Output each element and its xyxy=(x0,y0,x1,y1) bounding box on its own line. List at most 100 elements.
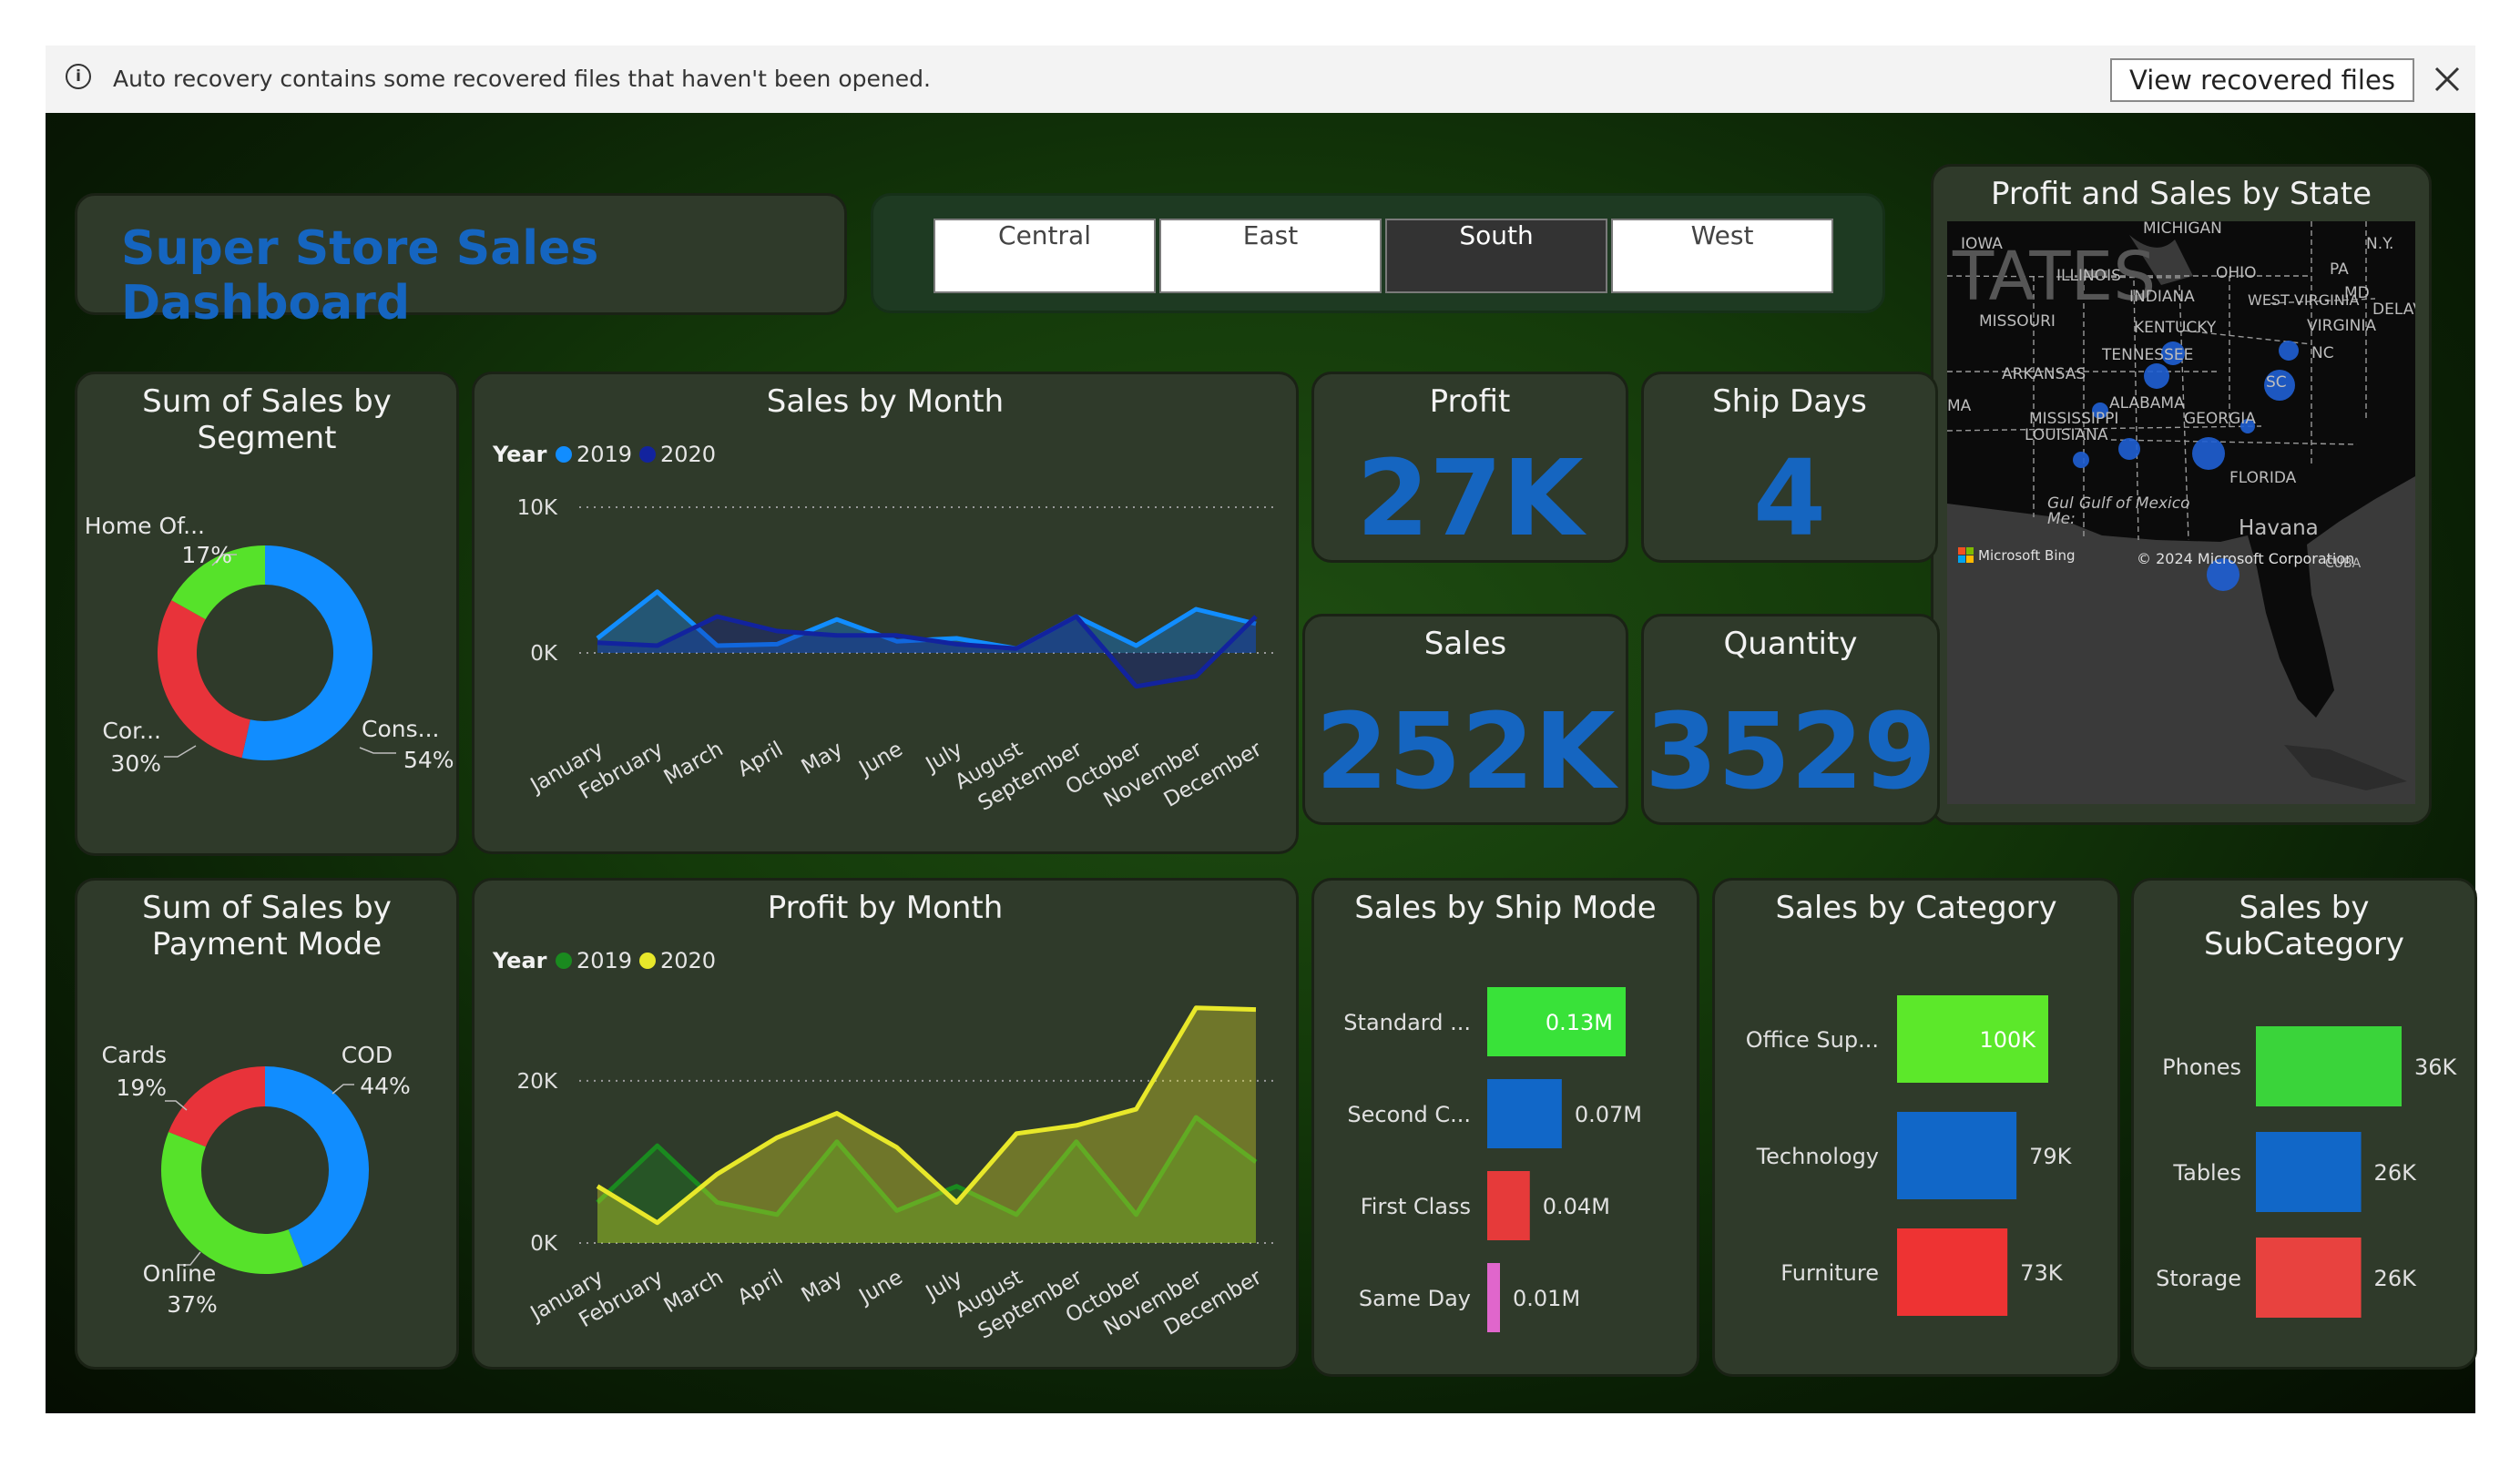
map-label-virginia: VIRGINIA xyxy=(2307,317,2376,335)
dashboard-title: Super Store Sales Dashboard xyxy=(121,221,599,331)
legend-title: Year xyxy=(492,442,547,467)
map-label-ma: MA xyxy=(1947,397,1972,415)
recovery-banner: i Auto recovery contains some recovered … xyxy=(46,46,2475,114)
category-chart[interactable]: Office Sup... 100K Technology 79K Furniture 7… xyxy=(1715,881,2123,1380)
bar-value-label: 100K xyxy=(1979,1027,2036,1053)
map-label-mississippi: MISSISSIPPI xyxy=(2029,410,2118,428)
y-tick-label: 20K xyxy=(517,1070,558,1094)
slicer-south[interactable]: South xyxy=(1385,219,1607,293)
bar xyxy=(2256,1132,2362,1212)
bar-value-label: 26K xyxy=(2374,1266,2418,1291)
info-icon: i xyxy=(66,64,91,89)
slice-label: Cards xyxy=(101,1042,167,1068)
slice-label: Cor... xyxy=(102,718,161,744)
category-card: Sales by Category Office Sup... 100K Techn… xyxy=(1712,878,2120,1377)
leader-line xyxy=(359,747,396,754)
bar-category-label: Office Sup... xyxy=(1746,1027,1879,1053)
slice-percent: 44% xyxy=(360,1073,411,1099)
subcategory-card: Sales by SubCategory Phones 36K Tables 26K S… xyxy=(2131,878,2477,1370)
slicer-east[interactable]: East xyxy=(1159,219,1382,293)
quantity-card: Quantity 3529 xyxy=(1641,614,1940,825)
legend-marker xyxy=(639,953,656,969)
quantity-value: 3529 xyxy=(1644,691,1937,813)
map-label-gulf-suffix: Me: xyxy=(2047,510,2076,528)
leader-line xyxy=(164,745,197,758)
legend-marker xyxy=(556,446,572,463)
segment-donut-chart[interactable]: Cons... 54% Cor... 30% Home Of... 17% xyxy=(77,374,462,859)
map-label-alabama: ALABAMA xyxy=(2109,394,2185,413)
ship-mode-chart[interactable]: Standard ... 0.13M Second C... 0.07M First C… xyxy=(1314,881,1702,1380)
sales-value: 252K xyxy=(1315,691,1616,813)
map-label-delaware: DELAV xyxy=(2372,301,2415,319)
bar-value-label: 0.04M xyxy=(1543,1194,1610,1219)
map-label-gulf: Gulf of Mexico xyxy=(2079,494,2190,513)
x-tick-label: May xyxy=(798,738,847,779)
subcategory-chart[interactable]: Phones 36K Tables 26K Storage 26K xyxy=(2134,881,2480,1372)
x-tick-label: March xyxy=(660,1266,728,1319)
donut-slice xyxy=(161,1132,303,1274)
bar xyxy=(1897,1112,2017,1199)
map-label-havana: Havana xyxy=(2239,516,2319,540)
map-copyright: © 2024 Microsoft Corporation xyxy=(2137,550,2354,567)
map-label-sc: SC xyxy=(2266,373,2287,392)
slice-percent: 17% xyxy=(181,542,232,568)
map-label-missouri: MISSOURI xyxy=(1979,312,2056,331)
profit-label: Profit xyxy=(1429,383,1511,420)
slice-percent: 30% xyxy=(110,750,161,777)
map-label-nc: NC xyxy=(2311,344,2334,362)
slice-percent: 37% xyxy=(167,1291,218,1318)
bar-category-label: Second C... xyxy=(1347,1102,1471,1127)
ship-days-label: Ship Days xyxy=(1712,383,1867,420)
legend-label: 2019 xyxy=(576,948,632,973)
legend-title: Year xyxy=(492,948,547,973)
legend-marker xyxy=(556,953,572,969)
x-tick-label: June xyxy=(854,1266,907,1310)
map-label-tennessee: TENNESSEE xyxy=(2101,346,2193,364)
dashboard-canvas: Super Store Sales Dashboard Central East… xyxy=(46,113,2477,1413)
map-card: Profit and Sales by State TATES MA MICHI… xyxy=(1931,164,2432,825)
profit-month-card: Profit by Month Year 2019 2020 0K 20K January… xyxy=(472,878,1299,1370)
sales-card: Sales 252K xyxy=(1302,614,1628,825)
bar xyxy=(2256,1026,2402,1106)
x-tick-label: May xyxy=(798,1266,847,1308)
view-recovered-files-button[interactable]: View recovered files xyxy=(2110,58,2414,102)
map-label-iowa: IOWA xyxy=(1961,235,2003,253)
bar xyxy=(1487,1079,1562,1148)
bar-category-label: Same Day xyxy=(1359,1286,1471,1311)
profit-month-chart[interactable]: Year 2019 20200K20KJanuaryFebruaryMarch Apr… xyxy=(474,881,1301,1372)
map-label-florida: FLORIDA xyxy=(2229,469,2297,487)
slice-label: Home Of... xyxy=(85,513,205,539)
bar xyxy=(1897,1228,2008,1316)
slice-label: Cons... xyxy=(362,716,439,742)
map-label-kentucky: KENTUCKY xyxy=(2134,319,2217,337)
map-label-md: MD xyxy=(2344,284,2370,302)
sales-month-card: Sales by Month Year 2019 2020 0K 10K January F… xyxy=(472,372,1299,854)
map-visual[interactable]: TATES MA MICHIGAN IOWA N.Y. ILLINOIS OHI… xyxy=(1947,221,2415,804)
segment-card: Sum of Sales by Segment Cons... 54% Cor...… xyxy=(75,372,459,856)
slice-percent: 19% xyxy=(116,1075,167,1101)
profit-card: Profit 27K xyxy=(1311,372,1628,563)
x-tick-label: April xyxy=(734,738,788,782)
x-tick-label: June xyxy=(854,738,907,782)
ship-days-value: 4 xyxy=(1752,438,1827,560)
slicer-west[interactable]: West xyxy=(1611,219,1833,293)
x-tick-label: March xyxy=(660,738,728,790)
slice-label: Online xyxy=(143,1260,217,1287)
map-label-georgia: GEORGIA xyxy=(2184,410,2256,428)
map-label-louisiana: LOUISIANA xyxy=(2025,426,2108,444)
slicer-central[interactable]: Central xyxy=(934,219,1156,293)
bar-value-label: 73K xyxy=(2020,1260,2064,1286)
sales-month-chart[interactable]: Year 2019 20200K10KJanuaryFebruaryMarch Apr… xyxy=(474,374,1301,857)
x-tick-label: April xyxy=(734,1266,788,1310)
map-label-west-virginia: WEST VIRGINIA xyxy=(2248,291,2360,309)
y-tick-label: 0K xyxy=(530,642,558,666)
payment-donut-chart[interactable]: COD 44% Online 37% Cards 19% xyxy=(77,881,462,1372)
map-label-ohio: OHIO xyxy=(2216,264,2257,282)
bar xyxy=(2256,1238,2362,1318)
close-icon[interactable] xyxy=(2432,64,2463,95)
bar-category-label: Tables xyxy=(2172,1160,2241,1186)
bar-category-label: Technology xyxy=(1756,1144,1879,1169)
legend-label: 2020 xyxy=(660,442,716,467)
series-area xyxy=(597,1007,1256,1243)
donut-slice xyxy=(157,600,250,759)
